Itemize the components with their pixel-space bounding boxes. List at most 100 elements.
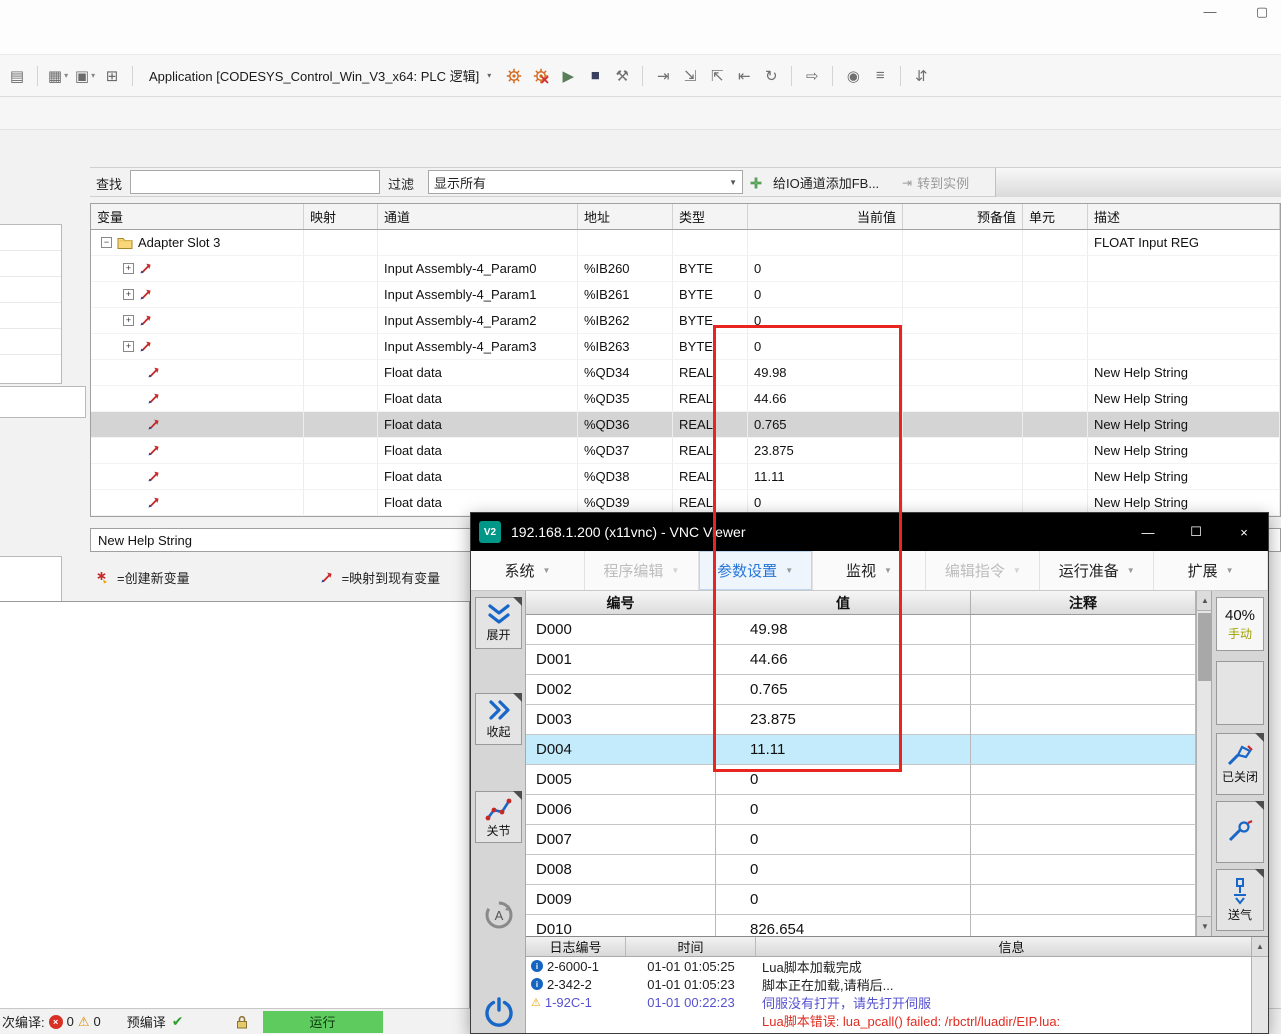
variable-cell: + <box>91 308 304 334</box>
current-value-cell: 49.98 <box>748 360 903 386</box>
menu-run-prepare[interactable]: 运行准备▼ <box>1040 551 1154 590</box>
menu-monitor[interactable]: 监视▼ <box>813 551 927 590</box>
parameter-row[interactable]: D0080 <box>526 855 1196 885</box>
parameter-row[interactable]: D00049.98 <box>526 615 1196 645</box>
tree-expand-icon[interactable]: + <box>123 289 134 300</box>
mapping-row[interactable]: +Input Assembly-4_Param3%IB263BYTE0 <box>91 334 1280 360</box>
tree-expand-icon[interactable]: + <box>123 315 134 326</box>
sync-button[interactable]: A <box>475 889 522 941</box>
type-cell: REAL <box>673 412 748 438</box>
run-to-cursor-icon[interactable]: ⇤ <box>733 65 755 87</box>
vnc-log-panel: 日志编号时间信息 i2-6000-101-01 01:05:25Lua脚本加载完… <box>526 936 1268 1033</box>
type-cell: REAL <box>673 386 748 412</box>
parameter-row[interactable]: D0050 <box>526 765 1196 795</box>
joint-button[interactable]: 关节 <box>475 791 522 843</box>
flow-control-icon[interactable]: ⇵ <box>910 65 932 87</box>
show-next-statement-icon[interactable]: ⇨ <box>801 65 823 87</box>
filter-dropdown[interactable]: 显示所有 ▼ <box>428 170 743 194</box>
parameter-table-header: 编号值注释 <box>526 591 1196 615</box>
precompile-label: 预编译 <box>127 1012 166 1031</box>
power-button[interactable] <box>475 989 522 1034</box>
parameter-row[interactable]: D00411.11 <box>526 735 1196 765</box>
start-icon[interactable]: ▶ <box>557 65 579 87</box>
mapping-row[interactable]: Float data%QD35REAL44.66New Help String <box>91 386 1280 412</box>
vnc-maximize-button[interactable]: ☐ <box>1172 513 1220 551</box>
log-row[interactable]: ⚠1-92C-101-01 00:22:23伺服没有打开，请先打开伺服 <box>526 993 1268 1011</box>
mapping-row[interactable]: +Input Assembly-4_Param2%IB262BYTE0 <box>91 308 1280 334</box>
column-header: 地址 <box>578 204 673 229</box>
vnc-titlebar[interactable]: V2 192.168.1.200 (x11vnc) - VNC Viewer —… <box>471 513 1268 551</box>
tool-closed-button[interactable]: 已关闭 <box>1216 733 1264 795</box>
logout-gear-icon[interactable] <box>530 65 552 87</box>
unit-cell <box>1023 360 1088 386</box>
toggle-breakpoint-icon[interactable]: ◉ <box>842 65 864 87</box>
mapping-cell <box>304 256 378 282</box>
application-selector[interactable]: Application [CODESYS_Control_Win_V3_x64:… <box>141 63 499 88</box>
tree-expand-icon[interactable]: + <box>123 263 134 274</box>
power-icon <box>483 996 515 1028</box>
mapping-row[interactable]: Float data%QD37REAL23.875New Help String <box>91 438 1280 464</box>
scrollbar-thumb[interactable] <box>1198 613 1212 681</box>
mapping-row[interactable]: +Input Assembly-4_Param0%IB260BYTE0 <box>91 256 1280 282</box>
step-over-icon[interactable]: ⇥ <box>652 65 674 87</box>
reset-icon[interactable]: ↻ <box>760 65 782 87</box>
expand-button[interactable]: 展开 <box>475 597 522 649</box>
library-manager-icon[interactable]: ▦▾ <box>47 65 69 87</box>
log-row[interactable]: Lua脚本错误: lua_pcall() failed: /rbctrl/lua… <box>526 1011 1268 1029</box>
parameter-row[interactable]: D0060 <box>526 795 1196 825</box>
tree-collapse-icon[interactable]: − <box>101 237 112 248</box>
menu-extend[interactable]: 扩展▼ <box>1154 551 1268 590</box>
callstack-icon[interactable]: ≡ <box>869 65 891 87</box>
collapse-button[interactable]: 收起 <box>475 693 522 745</box>
find-input[interactable] <box>130 170 380 194</box>
goto-instance-button[interactable]: ⇥ 转到实例 <box>902 173 969 192</box>
mapping-row[interactable]: Float data%QD38REAL11.11New Help String <box>91 464 1280 490</box>
mapping-row[interactable]: +Input Assembly-4_Param1%IB261BYTE0 <box>91 282 1280 308</box>
parameter-row[interactable]: D0070 <box>526 825 1196 855</box>
parameter-row[interactable]: D010826.654 <box>526 915 1196 936</box>
parameter-row[interactable]: D0020.765 <box>526 675 1196 705</box>
type-cell: BYTE <box>673 282 748 308</box>
air-supply-button[interactable]: 送气 <box>1216 869 1264 931</box>
mapping-row[interactable]: Float data%QD36REAL0.765New Help String <box>91 412 1280 438</box>
mapping-row[interactable]: Float data%QD34REAL49.98New Help String <box>91 360 1280 386</box>
paste-icon[interactable]: ▤ <box>6 65 28 87</box>
scroll-up-icon[interactable]: ▲ <box>1252 937 1268 957</box>
param-id-cell: D008 <box>526 855 716 885</box>
type-cell: REAL <box>673 464 748 490</box>
minimize-button[interactable]: — <box>1195 2 1225 22</box>
step-into-icon[interactable]: ⇲ <box>679 65 701 87</box>
channel-cell: Input Assembly-4_Param1 <box>378 282 578 308</box>
device-schedule-icon[interactable]: ⊞ <box>101 65 123 87</box>
speed-indicator[interactable]: 40% 手动 <box>1216 597 1264 651</box>
parameter-row[interactable]: D00323.875 <box>526 705 1196 735</box>
window-controls: —▢ <box>1195 2 1277 22</box>
mapping-group-row[interactable]: −Adapter Slot 3FLOAT Input REG <box>91 230 1280 256</box>
menu-system[interactable]: 系统▼ <box>471 551 585 590</box>
tree-expand-icon[interactable]: + <box>123 341 134 352</box>
vnc-close-button[interactable]: × <box>1220 513 1268 551</box>
run-button[interactable]: 运行 <box>263 1011 383 1033</box>
log-row[interactable]: i2-342-201-01 01:05:23脚本正在加载,请稍后... <box>526 975 1268 993</box>
parameter-row[interactable]: D00144.66 <box>526 645 1196 675</box>
stop-icon[interactable]: ■ <box>584 65 606 87</box>
step-out-icon[interactable]: ⇱ <box>706 65 728 87</box>
vnc-minimize-button[interactable]: — <box>1124 513 1172 551</box>
new-object-icon[interactable]: ▣▾ <box>74 65 96 87</box>
maximize-button[interactable]: ▢ <box>1247 2 1277 22</box>
singlecycle-icon[interactable]: ⚒ <box>611 65 633 87</box>
tool-button[interactable] <box>1216 801 1264 863</box>
description-cell: New Help String <box>1088 386 1280 412</box>
panel-row <box>0 303 61 329</box>
log-scrollbar[interactable]: ▲ <box>1251 937 1268 1033</box>
blank-tile[interactable] <box>1216 661 1264 725</box>
menu-param-settings[interactable]: 参数设置▼ <box>699 551 813 590</box>
parameter-row[interactable]: D0090 <box>526 885 1196 915</box>
add-fb-button[interactable]: 给IO通道添加FB... <box>750 173 879 192</box>
variable-cell <box>91 386 304 412</box>
fold-corner <box>1255 801 1264 810</box>
joint-icon <box>484 795 514 821</box>
log-row[interactable]: i2-6000-101-01 01:05:25Lua脚本加载完成 <box>526 957 1268 975</box>
toolbar-separator <box>791 66 792 86</box>
login-gear-icon[interactable] <box>503 65 525 87</box>
